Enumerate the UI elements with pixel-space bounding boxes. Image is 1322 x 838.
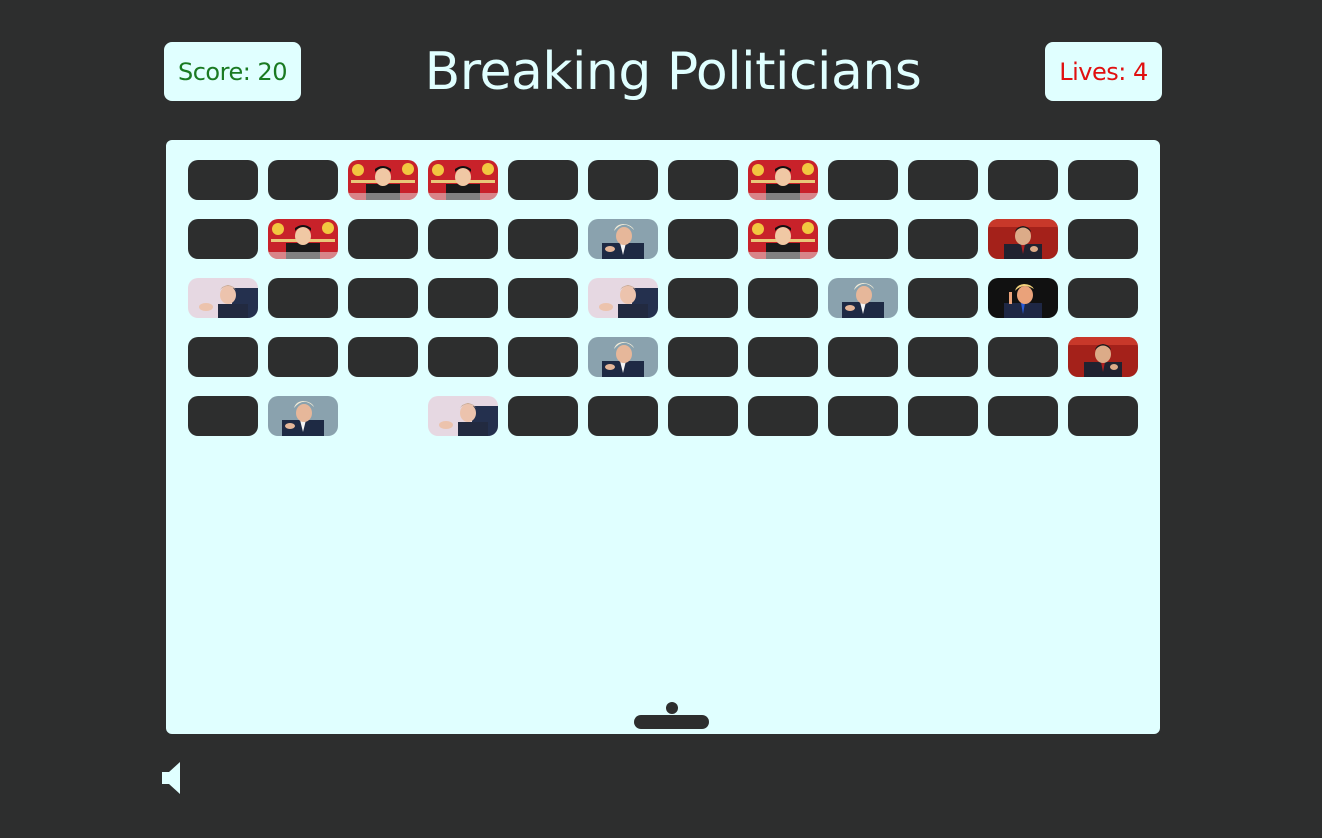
brick xyxy=(908,219,978,259)
brick-kim-portrait xyxy=(748,219,818,259)
brick xyxy=(268,160,338,200)
brick xyxy=(508,278,578,318)
brick xyxy=(588,160,658,200)
lives-text: Lives: 4 xyxy=(1059,57,1148,86)
brick-kim-portrait xyxy=(348,160,418,200)
score-display: Score: 20 xyxy=(164,42,301,101)
brick-kim-portrait xyxy=(748,160,818,200)
ball xyxy=(666,702,678,714)
brick xyxy=(188,396,258,436)
brick-putin-portrait xyxy=(188,278,258,318)
brick xyxy=(428,219,498,259)
brick xyxy=(348,278,418,318)
brick xyxy=(508,219,578,259)
brick xyxy=(668,396,738,436)
brick xyxy=(988,160,1058,200)
brick xyxy=(428,278,498,318)
brick xyxy=(188,160,258,200)
brick xyxy=(348,219,418,259)
brick-putin-portrait xyxy=(588,278,658,318)
brick-xi-portrait xyxy=(1068,337,1138,377)
brick-putin-portrait xyxy=(428,396,498,436)
brick xyxy=(668,219,738,259)
brick xyxy=(908,396,978,436)
brick xyxy=(188,219,258,259)
brick xyxy=(668,337,738,377)
speaker-icon[interactable] xyxy=(160,760,190,796)
brick xyxy=(828,396,898,436)
brick xyxy=(908,337,978,377)
brick xyxy=(508,337,578,377)
brick xyxy=(988,396,1058,436)
brick xyxy=(268,337,338,377)
brick-trump-portrait xyxy=(988,278,1058,318)
brick-boris-portrait xyxy=(268,396,338,436)
game-title: Breaking Politicians xyxy=(424,42,922,102)
score-text: Score: 20 xyxy=(178,57,287,86)
brick xyxy=(348,337,418,377)
brick xyxy=(988,337,1058,377)
brick xyxy=(668,160,738,200)
brick-kim-portrait xyxy=(268,219,338,259)
brick xyxy=(188,337,258,377)
game-root: Score: 20 Breaking Politicians Lives: 4 xyxy=(0,0,1322,838)
brick xyxy=(748,396,818,436)
brick-kim-portrait xyxy=(428,160,498,200)
brick xyxy=(1068,396,1138,436)
brick-xi-portrait xyxy=(988,219,1058,259)
brick-boris-portrait xyxy=(588,219,658,259)
brick xyxy=(508,160,578,200)
brick xyxy=(748,278,818,318)
brick xyxy=(828,219,898,259)
brick xyxy=(428,337,498,377)
lives-display: Lives: 4 xyxy=(1045,42,1162,101)
brick-boris-portrait xyxy=(588,337,658,377)
brick-boris-portrait xyxy=(828,278,898,318)
brick xyxy=(828,160,898,200)
brick xyxy=(268,278,338,318)
brick xyxy=(1068,278,1138,318)
brick xyxy=(1068,160,1138,200)
brick xyxy=(588,396,658,436)
brick xyxy=(908,278,978,318)
brick xyxy=(668,278,738,318)
brick xyxy=(828,337,898,377)
brick xyxy=(508,396,578,436)
brick xyxy=(1068,219,1138,259)
brick xyxy=(908,160,978,200)
paddle[interactable] xyxy=(634,715,709,729)
brick xyxy=(748,337,818,377)
game-board[interactable] xyxy=(166,140,1160,734)
